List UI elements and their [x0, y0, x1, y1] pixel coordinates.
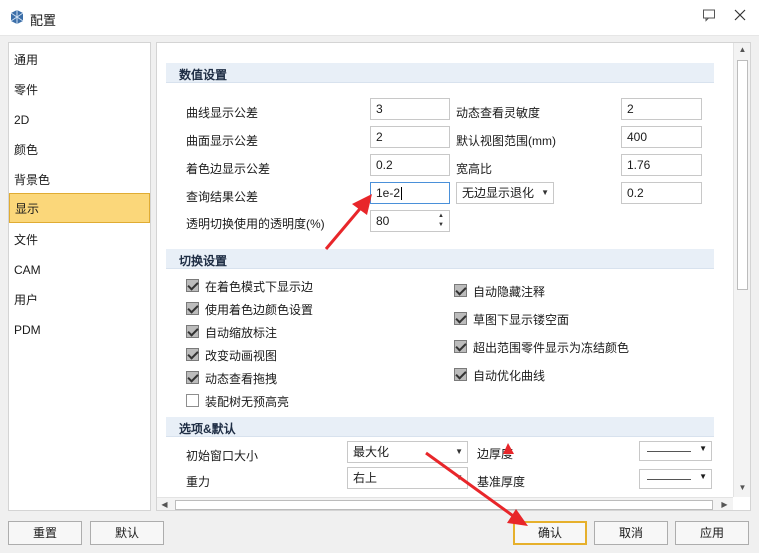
- fallback-combo-value: 无边显示退化: [462, 186, 535, 200]
- view-range-label: 默认视图范围(mm): [456, 134, 556, 148]
- sidebar-item-general[interactable]: 通用: [9, 45, 150, 75]
- transparency-spinner[interactable]: 80 ▲ ▼: [370, 210, 450, 232]
- settings-panel: 数值设置 曲线显示公差 3 动态查看灵敏度 2 曲面显示公差 2 默认视图范围(…: [156, 42, 751, 511]
- dyn-sens-label: 动态查看灵敏度: [456, 106, 541, 120]
- checkbox-unchecked-icon[interactable]: [186, 394, 199, 407]
- window-size-value: 最大化: [353, 445, 390, 459]
- edge-thickness-combo[interactable]: ▼: [639, 441, 712, 461]
- view-range-input[interactable]: 400: [621, 126, 702, 148]
- edge-thickness-label: 边厚度: [477, 447, 514, 461]
- sidebar-item-pdm[interactable]: PDM: [9, 315, 150, 345]
- app-logo-icon: [10, 10, 24, 24]
- transparency-value: 80: [376, 214, 390, 228]
- spin-arrows-icon[interactable]: ▲ ▼: [438, 212, 446, 230]
- scroll-left-icon[interactable]: ◀: [157, 500, 172, 509]
- vertical-scroll-thumb[interactable]: [737, 60, 748, 290]
- chevron-down-icon: ▼: [699, 472, 707, 481]
- section-numeric: 数值设置: [166, 63, 714, 83]
- checkbox-checked-icon[interactable]: [186, 371, 199, 384]
- sidebar-item-cam[interactable]: CAM: [9, 255, 150, 285]
- fallback-value-input[interactable]: 0.2: [621, 182, 702, 204]
- base-thickness-combo[interactable]: ▼: [639, 469, 712, 489]
- default-button[interactable]: 默认: [90, 521, 164, 545]
- checkbox-checked-icon[interactable]: [454, 284, 467, 297]
- base-thickness-label: 基准厚度: [477, 475, 526, 489]
- gravity-value: 右上: [353, 471, 378, 485]
- reset-button[interactable]: 重置: [8, 521, 82, 545]
- chevron-down-icon: ▼: [455, 473, 463, 482]
- checkbox-checked-icon[interactable]: [186, 302, 199, 315]
- ok-button[interactable]: 确认: [513, 521, 587, 545]
- gravity-combo[interactable]: 右上 ▼: [347, 467, 468, 489]
- checkbox-checked-icon[interactable]: [454, 368, 467, 381]
- section-options: 选项&默认: [166, 417, 714, 437]
- category-sidebar: 通用 零件 2D 颜色 背景色 显示 文件 CAM 用户 PDM: [8, 42, 151, 511]
- checkbox-checked-icon[interactable]: [454, 340, 467, 353]
- window-size-label: 初始窗口大小: [186, 449, 259, 463]
- sidebar-item-display[interactable]: 显示: [9, 193, 150, 223]
- section-switch: 切换设置: [166, 249, 714, 269]
- sidebar-item-background[interactable]: 背景色: [9, 165, 150, 195]
- gravity-label: 重力: [186, 475, 211, 489]
- surface-tol-label: 曲面显示公差: [186, 134, 259, 148]
- title-bar: 配置: [0, 0, 759, 36]
- checkbox-checked-icon[interactable]: [186, 325, 199, 338]
- edge-tol-input[interactable]: 0.2: [370, 154, 450, 176]
- chevron-down-icon: ▼: [455, 447, 463, 456]
- aspect-input[interactable]: 1.76: [621, 154, 702, 176]
- checkbox-checked-icon[interactable]: [454, 312, 467, 325]
- section-title: 切换设置: [179, 254, 228, 268]
- aspect-label: 宽高比: [456, 162, 493, 176]
- line-sample: [647, 479, 691, 480]
- sidebar-item-user[interactable]: 用户: [9, 285, 150, 315]
- sidebar-item-color[interactable]: 颜色: [9, 135, 150, 165]
- chevron-down-icon: ▼: [699, 444, 707, 453]
- settings-content: 数值设置 曲线显示公差 3 动态查看灵敏度 2 曲面显示公差 2 默认视图范围(…: [157, 43, 733, 497]
- sidebar-item-file[interactable]: 文件: [9, 225, 150, 255]
- sidebar-item-part[interactable]: 零件: [9, 75, 150, 105]
- query-tol-label: 查询结果公差: [186, 190, 259, 204]
- scroll-down-icon[interactable]: ▼: [734, 483, 750, 492]
- edge-tol-label: 着色边显示公差: [186, 162, 271, 176]
- scroll-up-icon[interactable]: ▲: [734, 45, 750, 54]
- cancel-button[interactable]: 取消: [594, 521, 668, 545]
- sidebar-item-2d[interactable]: 2D: [9, 105, 150, 135]
- chevron-down-icon: ▼: [541, 188, 549, 197]
- curve-tol-input[interactable]: 3: [370, 98, 450, 120]
- curve-tol-label: 曲线显示公差: [186, 106, 259, 120]
- surface-tol-input[interactable]: 2: [370, 126, 450, 148]
- query-tol-input[interactable]: 1e-2: [370, 182, 450, 204]
- section-title: 数值设置: [179, 68, 228, 82]
- scroll-right-icon[interactable]: ▶: [717, 500, 732, 509]
- comment-icon[interactable]: [700, 8, 718, 26]
- checkbox-checked-icon[interactable]: [186, 279, 199, 292]
- query-tol-value: 1e-2: [376, 186, 401, 200]
- section-title: 选项&默认: [179, 422, 236, 436]
- horizontal-scrollbar[interactable]: ◀ ▶: [157, 497, 733, 510]
- horizontal-scroll-thumb[interactable]: [175, 500, 713, 510]
- window-size-combo[interactable]: 最大化 ▼: [347, 441, 468, 463]
- transparency-label: 透明切换使用的透明度(%): [186, 217, 325, 231]
- vertical-scrollbar[interactable]: ▲ ▼: [733, 43, 750, 497]
- window-title: 配置: [30, 13, 57, 28]
- fallback-combo[interactable]: 无边显示退化 ▼: [456, 182, 554, 204]
- checkbox-checked-icon[interactable]: [186, 348, 199, 361]
- close-icon[interactable]: [731, 8, 749, 26]
- dyn-sens-input[interactable]: 2: [621, 98, 702, 120]
- line-sample: [647, 451, 691, 452]
- apply-button[interactable]: 应用: [675, 521, 749, 545]
